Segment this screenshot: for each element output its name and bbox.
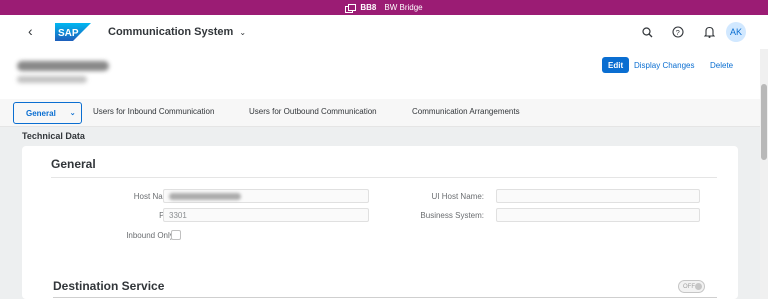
business-system-label: Business System: bbox=[420, 211, 484, 220]
svg-text:SAP: SAP bbox=[58, 28, 79, 39]
system-id: BB8 bbox=[360, 3, 377, 12]
window-icon bbox=[345, 3, 357, 13]
tab-general-label: General bbox=[26, 108, 56, 118]
ui-host-name-label: UI Host Name: bbox=[431, 192, 484, 201]
app-title-menu[interactable]: Communication System ⌄ bbox=[108, 26, 246, 38]
section-title: Technical Data bbox=[22, 131, 85, 141]
system-bar: BB8 BW Bridge bbox=[0, 0, 768, 15]
help-icon[interactable]: ? bbox=[671, 25, 685, 39]
scrollbar-thumb[interactable] bbox=[761, 84, 767, 160]
object-title-redacted bbox=[17, 61, 109, 71]
tab-outbound-users[interactable]: Users for Outbound Communication bbox=[249, 107, 377, 116]
tab-general[interactable]: General ⌄ bbox=[13, 102, 82, 124]
ui-host-name-field[interactable] bbox=[496, 189, 700, 203]
general-card: General Host Name: Port: 3301 Inbound On… bbox=[22, 146, 738, 299]
chevron-down-icon: ⌄ bbox=[239, 27, 247, 37]
sap-logo: SAP bbox=[55, 23, 91, 41]
destination-service-toggle[interactable]: OFF bbox=[678, 280, 705, 293]
divider bbox=[51, 177, 717, 178]
divider bbox=[53, 297, 717, 298]
back-icon[interactable]: ‹ bbox=[28, 24, 33, 38]
object-header: Edit Display Changes Delete bbox=[0, 49, 760, 99]
business-system-field[interactable] bbox=[496, 208, 700, 222]
general-title: General bbox=[51, 157, 96, 171]
tab-communication-arrangements[interactable]: Communication Arrangements bbox=[412, 107, 520, 116]
avatar[interactable]: AK bbox=[726, 22, 746, 42]
tab-inbound-users[interactable]: Users for Inbound Communication bbox=[93, 107, 214, 116]
host-name-label: Host Name: bbox=[133, 192, 176, 201]
app-title: Communication System bbox=[108, 26, 234, 38]
toggle-knob bbox=[695, 283, 702, 290]
bell-icon[interactable] bbox=[702, 25, 716, 39]
shell-bar: ‹ SAP Communication System ⌄ ? AK bbox=[0, 15, 768, 49]
destination-service-title: Destination Service bbox=[53, 279, 165, 293]
scrollbar[interactable] bbox=[760, 49, 768, 299]
host-name-redacted bbox=[169, 192, 241, 200]
chevron-down-icon: ⌄ bbox=[69, 110, 76, 117]
inbound-only-label: Inbound Only: bbox=[126, 231, 176, 240]
port-label: Port: bbox=[82, 211, 176, 220]
tab-bar: General ⌄ Users for Inbound Communicatio… bbox=[0, 99, 760, 127]
edit-button[interactable]: Edit bbox=[602, 57, 630, 73]
display-changes-button[interactable]: Display Changes bbox=[634, 61, 694, 70]
inbound-only-checkbox[interactable] bbox=[171, 230, 181, 240]
delete-button[interactable]: Delete bbox=[710, 61, 733, 70]
object-subtitle-redacted bbox=[17, 76, 87, 83]
toggle-label: OFF bbox=[683, 283, 695, 290]
search-icon[interactable] bbox=[640, 25, 654, 39]
svg-text:?: ? bbox=[676, 28, 680, 37]
host-name-field[interactable] bbox=[163, 189, 369, 203]
system-name: BW Bridge bbox=[384, 3, 423, 12]
port-field[interactable]: 3301 bbox=[163, 208, 369, 222]
